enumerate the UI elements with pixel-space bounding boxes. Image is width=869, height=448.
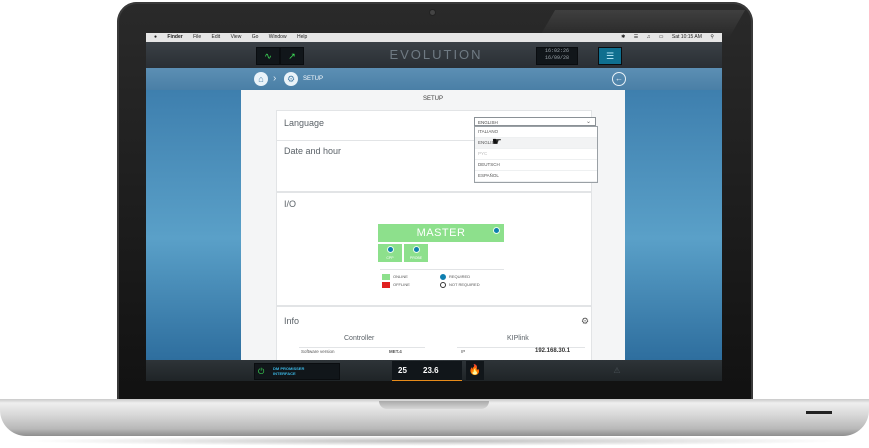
io-box-probe[interactable]: PROBE	[404, 244, 428, 262]
legend-online-label: ONLINE	[393, 274, 408, 280]
laptop-shadow	[20, 436, 849, 446]
info-label: Info	[284, 316, 300, 326]
kiplink-heading: KIPlink	[507, 335, 529, 342]
menu-edit[interactable]: Edit	[212, 34, 221, 40]
settings-gear-icon[interactable]: ⚙	[284, 72, 298, 86]
screen: ● Finder File Edit View Go Window Help ✱…	[146, 33, 722, 381]
io-box-label: CPP	[386, 256, 394, 260]
general-settings-card: Language ENGLISH ⌄ Date and hour ITALIAN…	[276, 110, 598, 192]
page-title: SETUP	[422, 96, 443, 102]
required-indicator-icon	[387, 246, 394, 253]
user-interface-button[interactable]: ⏻ DM PROMISSER INTERFACE	[254, 363, 340, 380]
user-interface-line2: INTERFACE	[273, 371, 296, 376]
language-selected-value: ENGLISH	[478, 120, 498, 125]
setup-panel: SETUP Language ENGLISH ⌄ Date and hour I…	[241, 90, 625, 368]
date-hour-label: Date and hour	[284, 146, 342, 156]
legend-divider	[380, 269, 504, 270]
menu-window[interactable]: Window	[269, 34, 287, 40]
os-menubar: ● Finder File Edit View Go Window Help ✱…	[146, 33, 722, 42]
volume-icon[interactable]: ♫	[647, 34, 651, 40]
info-settings-gear-icon[interactable]: ⚙	[580, 316, 590, 326]
chevron-right-icon: ›	[273, 73, 277, 84]
minimize-icon[interactable]	[806, 411, 832, 414]
software-version-label: Software version	[301, 349, 335, 354]
io-box-cpp[interactable]: CPP	[378, 244, 402, 262]
user-interface-label: DM PROMISSER INTERFACE	[273, 366, 304, 376]
menu-view[interactable]: View	[231, 34, 242, 40]
legend-offline-label: OFFLINE	[393, 282, 410, 288]
menu-file[interactable]: File	[193, 34, 201, 40]
required-indicator-icon	[413, 246, 420, 253]
battery-icon[interactable]: ▭	[659, 34, 664, 40]
menubar-clock[interactable]: Sat 10:15 AM	[672, 34, 702, 40]
language-option-espanol[interactable]: ESPAÑOL	[475, 171, 597, 182]
required-ring-icon	[440, 274, 446, 280]
clock-date: 16/09/28	[544, 55, 569, 61]
master-unit[interactable]: MASTER	[378, 224, 504, 242]
legend-online: ONLINE	[382, 274, 408, 280]
online-swatch	[382, 274, 390, 280]
menu-go[interactable]: Go	[252, 34, 259, 40]
language-label: Language	[284, 118, 325, 128]
info-card: Info ⚙ Controller KIPlink Software versi…	[276, 306, 592, 368]
home-icon[interactable]: ⌂	[254, 72, 268, 86]
pulse-icon[interactable]: ∿	[256, 47, 280, 65]
io-label: I/O	[284, 199, 297, 209]
language-dropdown-list: ITALIANO ENGLISH PYC DEUTSCH ESPAÑOL	[474, 126, 598, 183]
menu-app[interactable]: Finder	[167, 34, 182, 40]
breadcrumb-label: SETUP	[303, 76, 324, 82]
io-card: I/O MASTER CPP PROBE ONLINE OFFLINE REQU…	[276, 192, 592, 306]
language-select[interactable]: ENGLISH ⌄	[474, 117, 596, 126]
status-bar: ⏻ DM PROMISSER INTERFACE 25 23.6 🔥 ⚠	[146, 360, 722, 381]
wifi-icon[interactable]: ☰	[634, 34, 638, 40]
master-label: MASTER	[416, 227, 466, 239]
legend-required: REQUIRED	[440, 274, 470, 280]
laptop-notch	[379, 401, 489, 409]
legend-not-required: NOT REQUIRED	[440, 282, 480, 288]
flame-icon[interactable]: 🔥	[466, 361, 484, 380]
ip-label: IP	[461, 349, 466, 354]
required-indicator-icon	[493, 227, 500, 234]
app-header: ∿ ↗ EVOLUTION 16:02:26 16/09/28 ☰	[146, 42, 722, 68]
clock-time: 16:02:26	[544, 48, 569, 54]
io-box-label: PROBE	[409, 256, 423, 260]
language-option-deutsch[interactable]: DEUTSCH	[475, 160, 597, 171]
alarm-warning-icon[interactable]: ⚠	[606, 364, 628, 377]
webcam-icon	[430, 10, 435, 15]
back-arrow-icon[interactable]: ←	[612, 72, 626, 86]
language-option-pyc[interactable]: PYC	[475, 149, 597, 160]
divider	[299, 347, 425, 348]
signal-icon[interactable]: ↗	[280, 47, 304, 65]
apple-icon[interactable]: ●	[154, 34, 157, 40]
hamburger-menu-icon[interactable]: ☰	[598, 47, 622, 65]
legend-not-required-label: NOT REQUIRED	[449, 282, 480, 288]
legend-required-label: REQUIRED	[449, 274, 471, 280]
breadcrumb: ⌂ › ⚙ SETUP ←	[146, 68, 722, 90]
temperature-current: 23.6	[423, 366, 439, 375]
datetime-display: 16:02:26 16/09/28	[536, 47, 578, 65]
temperature-display[interactable]: 25 23.6	[392, 361, 462, 381]
bluetooth-icon[interactable]: ✱	[621, 34, 625, 40]
legend-offline: OFFLINE	[382, 282, 410, 288]
spotlight-icon[interactable]: ⚲	[710, 34, 714, 40]
controller-heading: Controller	[344, 335, 375, 342]
brand-logo: EVOLUTION	[389, 47, 483, 62]
menu-help[interactable]: Help	[297, 34, 307, 40]
hand-cursor-icon: ☛	[492, 136, 502, 148]
offline-swatch	[382, 282, 390, 288]
temperature-setpoint: 25	[398, 366, 407, 375]
ip-value: 192.168.30.1	[535, 348, 571, 354]
power-icon: ⏻	[258, 367, 265, 376]
software-version-value: MET.4	[389, 349, 402, 354]
not-required-ring-icon	[440, 282, 446, 288]
